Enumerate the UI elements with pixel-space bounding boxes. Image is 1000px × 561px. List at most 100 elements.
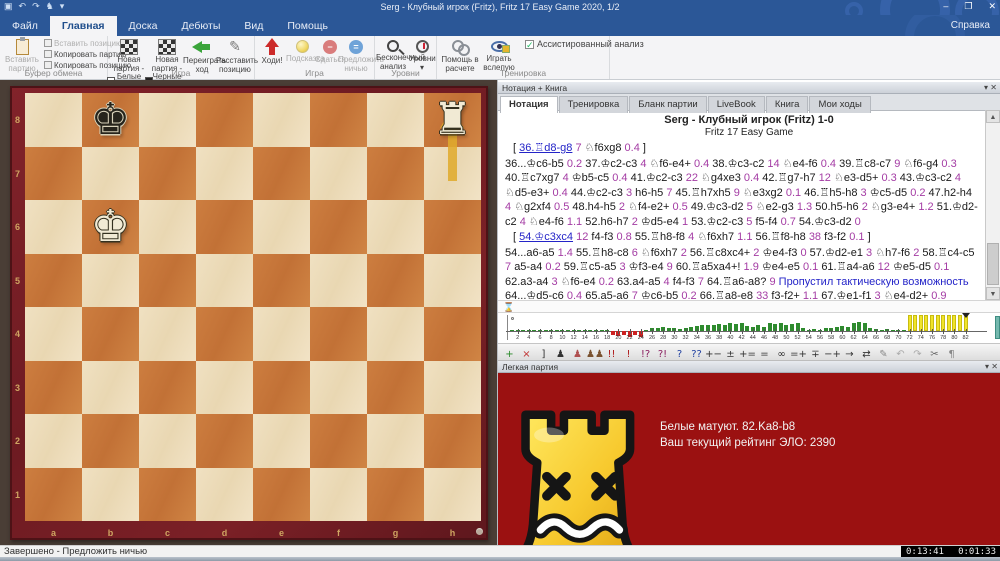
move-token[interactable]: f5-f4: [755, 216, 777, 228]
annotation-symbol-button[interactable]: ♟: [569, 347, 586, 361]
board-square-a6[interactable]: [25, 200, 82, 254]
board-square-d7[interactable]: [196, 147, 253, 201]
move-token[interactable]: f3-f2: [824, 231, 846, 243]
move-token[interactable]: ♘e2-g3: [756, 201, 794, 213]
move-token[interactable]: 47.h2-h4: [929, 187, 972, 199]
assisted-analysis-checkbox[interactable]: ✓Ассистированный анализ: [525, 39, 644, 49]
move-token[interactable]: ♔d5-e4: [641, 216, 679, 228]
annotation-symbol-button[interactable]: ↷: [909, 347, 926, 361]
board-square-f3[interactable]: [310, 361, 367, 415]
infinite-analysis-button[interactable]: Бесконечный анализ: [376, 38, 410, 71]
move-token[interactable]: ]: [643, 142, 646, 154]
move-token[interactable]: 58.♖c4-c5: [922, 247, 974, 259]
move-token[interactable]: h6-h5: [635, 187, 663, 199]
annotation-symbol-button[interactable]: ?: [671, 347, 688, 361]
board-square-e8[interactable]: [253, 93, 310, 147]
board-square-d5[interactable]: [196, 254, 253, 308]
notation-tab-Нотация[interactable]: Нотация: [500, 96, 558, 113]
move-token[interactable]: [: [513, 231, 516, 243]
board-square-f8[interactable]: [310, 93, 367, 147]
notation-tab-Мои ходы[interactable]: Мои ходы: [809, 96, 870, 113]
move-token[interactable]: 54...a6-a5: [505, 247, 555, 259]
board-square-a8[interactable]: [25, 93, 82, 147]
board-square-c7[interactable]: [139, 147, 196, 201]
move-token[interactable]: 36...♔c6-b5: [505, 158, 564, 170]
move-token[interactable]: 42.♖g7-h7: [762, 172, 815, 184]
annotation-symbol-button[interactable]: +: [501, 347, 518, 361]
annotation-symbol-button[interactable]: ♟: [552, 347, 569, 361]
move-token[interactable]: a5-a4: [514, 261, 542, 273]
annotation-symbol-button[interactable]: ⇄: [858, 347, 875, 361]
move-token[interactable]: ♘g3-e4+: [871, 201, 915, 213]
annotation-symbol-button[interactable]: =: [756, 347, 773, 361]
move-token[interactable]: 62.a3-a4: [505, 276, 548, 288]
move-token[interactable]: 55.♖h8-f8: [635, 231, 685, 243]
board-square-d4[interactable]: [196, 307, 253, 361]
board-square-d1[interactable]: [196, 468, 253, 522]
move-token[interactable]: f4-f3: [591, 231, 613, 243]
close-icon[interactable]: ✕: [991, 362, 998, 371]
move-token[interactable]: 48.h4-h5: [572, 201, 615, 213]
move-token[interactable]: 49.♔c3-d2: [691, 201, 744, 213]
board-square-b3[interactable]: [82, 361, 139, 415]
move-token[interactable]: ♔b5-c5: [572, 172, 609, 184]
board-square-e7[interactable]: [253, 147, 310, 201]
board-square-e3[interactable]: [253, 361, 310, 415]
move-token[interactable]: ♘f4-e2+: [628, 201, 669, 213]
maximize-button[interactable]: ❐: [964, 1, 972, 12]
tab-Файл[interactable]: Файл: [0, 16, 50, 36]
annotation-symbol-button[interactable]: ¶: [943, 347, 960, 361]
move-token[interactable]: ♘e4-f6: [529, 216, 564, 228]
move-token[interactable]: 67.♔e1-f1: [821, 290, 871, 300]
move-token[interactable]: 46.♖h5-h8: [804, 187, 857, 199]
move-now-button[interactable]: Ходи!: [257, 38, 287, 66]
move-token[interactable]: ♘f6-e4+: [650, 158, 691, 170]
board-square-h4[interactable]: [424, 307, 481, 361]
board-square-e4[interactable]: [253, 307, 310, 361]
annotation-symbol-button[interactable]: ♟♟: [586, 347, 603, 361]
annotation-symbol-button[interactable]: !!: [603, 347, 620, 361]
scroll-up-icon[interactable]: ▲: [986, 110, 1000, 123]
annotation-symbol-button[interactable]: ∓: [807, 347, 824, 361]
collapse-icon[interactable]: ▾: [985, 362, 989, 371]
annotation-symbol-button[interactable]: !: [620, 347, 637, 361]
board-square-c6[interactable]: [139, 200, 196, 254]
board-square-g4[interactable]: [367, 307, 424, 361]
board-square-e1[interactable]: [253, 468, 310, 522]
annotation-symbol-button[interactable]: ✂: [926, 347, 943, 361]
board-square-a7[interactable]: [25, 147, 82, 201]
move-token[interactable]: [: [513, 142, 516, 154]
move-token[interactable]: ♘f6-g4: [903, 158, 938, 170]
board-square-d8[interactable]: [196, 93, 253, 147]
move-token[interactable]: 64...♔d5-c6: [505, 290, 564, 300]
annotation-symbol-button[interactable]: ±: [722, 347, 739, 361]
board-square-g6[interactable]: [367, 200, 424, 254]
board-square-a3[interactable]: [25, 361, 82, 415]
board-square-d6[interactable]: [196, 200, 253, 254]
move-token[interactable]: 38.♔c3-c2: [712, 158, 764, 170]
board-square-b4[interactable]: [82, 307, 139, 361]
notation-tab-Бланк партии[interactable]: Бланк партии: [629, 96, 706, 113]
chess-board[interactable]: [25, 93, 481, 521]
move-token[interactable]: ♘h7-f6: [875, 247, 910, 259]
annotation-symbol-button[interactable]: −+: [824, 347, 841, 361]
move-token[interactable]: ♔f3-e4: [629, 261, 664, 273]
board-square-h1[interactable]: [424, 468, 481, 522]
annotation-symbol-button[interactable]: +=: [739, 347, 756, 361]
tab-Вид[interactable]: Вид: [232, 16, 275, 36]
board-square-f4[interactable]: [310, 307, 367, 361]
move-token[interactable]: 50.h5-h6: [815, 201, 858, 213]
white-king-piece[interactable]: ♚: [82, 200, 139, 254]
move-token[interactable]: 61.♖a4-a6: [821, 261, 874, 273]
move-token[interactable]: ♘f6-e4: [561, 276, 596, 288]
black-king-piece[interactable]: ♚: [82, 93, 139, 147]
board-square-g1[interactable]: [367, 468, 424, 522]
move-token[interactable]: ]: [868, 231, 871, 243]
board-square-b7[interactable]: [82, 147, 139, 201]
move-token[interactable]: ♔e4-f3: [762, 247, 797, 259]
board-square-h6[interactable]: [424, 200, 481, 254]
tab-Помощь[interactable]: Помощь: [275, 16, 340, 36]
scrollbar-thumb[interactable]: [987, 243, 999, 285]
move-token[interactable]: ♘e4-f6: [783, 158, 818, 170]
annotation-symbol-button[interactable]: ↶: [892, 347, 909, 361]
